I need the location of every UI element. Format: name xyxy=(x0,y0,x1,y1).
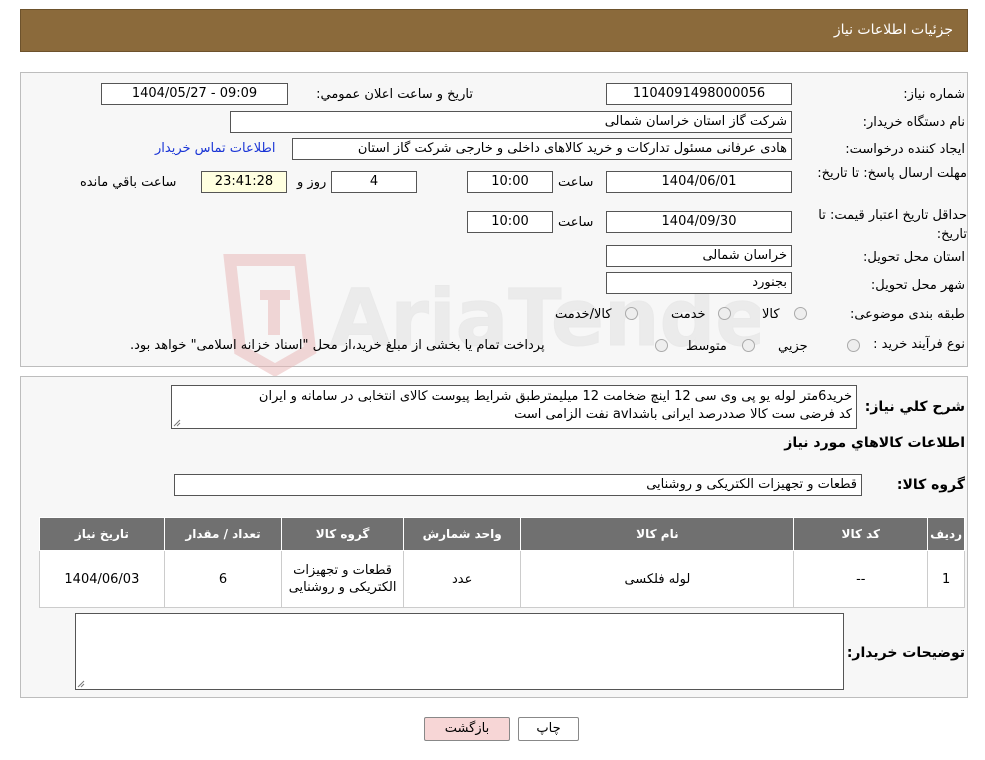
cell-name: لوله فلکسی xyxy=(520,550,795,608)
city-label: شهر محل تحویل: xyxy=(870,278,965,293)
description-label: شرح کلي نياز: xyxy=(864,399,965,415)
table-row: 1 -- لوله فلکسی عدد قطعات و تجهیزات الکت… xyxy=(39,550,965,608)
creator-label: ایجاد کننده درخواست: xyxy=(845,142,965,157)
remaining-label: ساعت باقي مانده xyxy=(80,175,177,190)
days-count-field: 4 xyxy=(331,171,417,193)
category-option-goods: کالا xyxy=(762,307,780,322)
category-option-service: خدمت xyxy=(671,307,706,322)
cell-code: -- xyxy=(793,550,929,608)
deadline-label: مهلت ارسال پاسخ: تا تاریخ: xyxy=(817,166,967,181)
col-row-header: رديف xyxy=(927,517,965,551)
buyer-notes-label: توضیحات خریدار: xyxy=(846,645,965,661)
validity-label: حداقل تاریخ اعتبار قیمت: تا تاریخ: xyxy=(818,208,967,242)
announce-field: 1404/05/27 - 09:09 xyxy=(101,83,288,105)
description-line-1: خرید6متر لوله یو پی وی سی 12 اینچ ضخامت … xyxy=(258,389,852,404)
process-label: نوع فرآيند خريد : xyxy=(873,337,965,352)
cell-group: قطعات و تجهیزات الکتریکی و روشنایی xyxy=(281,550,404,608)
deadline-time-label: ساعت xyxy=(558,175,594,190)
notes-resize-grip-icon[interactable] xyxy=(77,680,85,688)
province-field: خراسان شمالی xyxy=(606,245,792,267)
category-label: طبقه بندی موضوعی: xyxy=(849,307,965,322)
page-header: جزئیات اطلاعات نیاز xyxy=(20,9,968,52)
category-option-goods-service: کالا/خدمت xyxy=(555,307,612,322)
group-label: گروه کالا: xyxy=(896,477,965,493)
need-number-label: شماره نیاز: xyxy=(903,87,965,102)
items-title: اطلاعات کالاهاي مورد نياز xyxy=(784,435,965,451)
col-name-header: نام کالا xyxy=(520,517,795,551)
validity-time-field: 10:00 xyxy=(467,211,553,233)
buyer-org-field: شرکت گاز استان خراسان شمالی xyxy=(230,111,792,133)
items-table: رديف کد کالا نام کالا واحد شمارش گروه کا… xyxy=(39,517,965,608)
process-option-medium: متوسط xyxy=(686,339,727,354)
category-radio-goods[interactable] xyxy=(794,307,807,320)
buyer-notes-field[interactable] xyxy=(75,613,844,690)
resize-grip-icon[interactable] xyxy=(173,419,181,427)
page-title: جزئیات اطلاعات نیاز xyxy=(833,22,953,38)
process-option-partial: جزیي xyxy=(778,339,808,354)
description-line-2: کد فرضی ست کالا صددرصد ایرانی باشدavl نف… xyxy=(514,407,852,422)
province-label: استان محل تحویل: xyxy=(863,250,965,265)
days-and-label: روز و xyxy=(297,175,327,190)
process-radio-medium[interactable] xyxy=(742,339,755,352)
cell-qty: 6 xyxy=(163,550,283,608)
table-header-row: رديف کد کالا نام کالا واحد شمارش گروه کا… xyxy=(39,517,965,551)
back-button[interactable]: بازگشت xyxy=(424,717,510,741)
col-code-header: کد کالا xyxy=(793,517,929,551)
creator-field: هادی عرفانی مسئول تدارکات و خرید کالاهای… xyxy=(292,138,792,160)
need-number-field: 1104091498000056 xyxy=(606,83,792,105)
description-field: خرید6متر لوله یو پی وی سی 12 اینچ ضخامت … xyxy=(171,385,857,429)
process-radio-partial[interactable] xyxy=(847,339,860,352)
buyer-contact-link[interactable]: اطلاعات تماس خریدار xyxy=(155,141,275,156)
col-date-header: تاريخ نياز xyxy=(39,517,165,551)
remaining-time-field: 23:41:28 xyxy=(201,171,287,193)
cell-date: 1404/06/03 xyxy=(39,550,165,608)
cell-row: 1 xyxy=(927,550,965,608)
buyer-org-label: نام دستگاه خريدار: xyxy=(862,115,965,130)
col-qty-header: تعداد / مقدار xyxy=(163,517,283,551)
process-note: پرداخت تمام یا بخشی از مبلغ خرید،از محل … xyxy=(130,338,545,353)
cell-unit: عدد xyxy=(402,550,522,608)
deadline-time-field: 10:00 xyxy=(467,171,553,193)
print-button[interactable]: چاپ xyxy=(518,717,579,741)
process-radio-treasury[interactable] xyxy=(655,339,668,352)
validity-date-field: 1404/09/30 xyxy=(606,211,792,233)
col-group-header: گروه کالا xyxy=(281,517,404,551)
col-unit-header: واحد شمارش xyxy=(402,517,522,551)
city-field: بجنورد xyxy=(606,272,792,294)
validity-time-label: ساعت xyxy=(558,215,594,230)
deadline-date-field: 1404/06/01 xyxy=(606,171,792,193)
group-field: قطعات و تجهیزات الکتریکی و روشنایی xyxy=(174,474,862,496)
announce-label: تاریخ و ساعت اعلان عمومي: xyxy=(316,87,473,102)
category-radio-service[interactable] xyxy=(718,307,731,320)
category-radio-goods-service[interactable] xyxy=(625,307,638,320)
